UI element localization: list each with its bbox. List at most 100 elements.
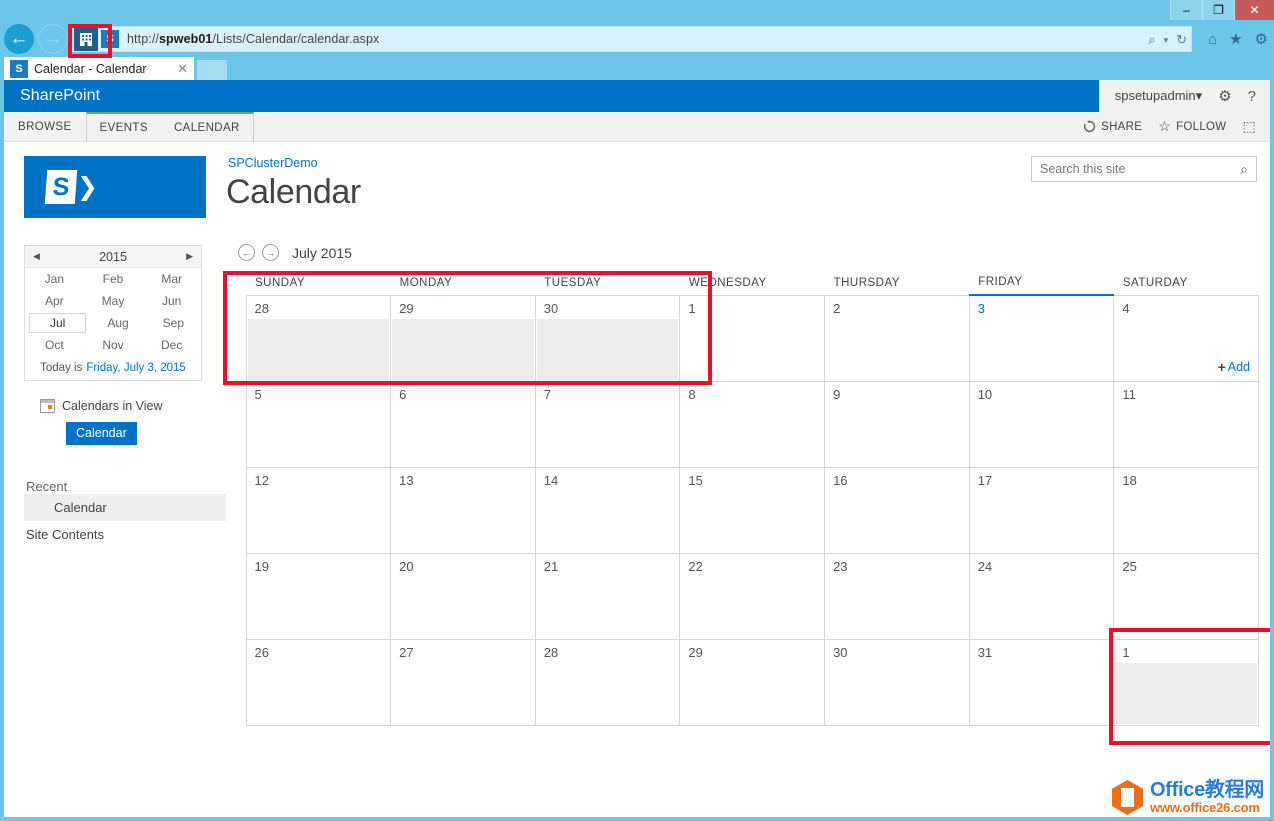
month-feb[interactable]: Feb (84, 268, 143, 290)
calendar-day-cell[interactable]: 12 (245, 466, 392, 554)
help-icon[interactable]: ? (1248, 88, 1256, 105)
calendar-day-cell[interactable]: 16 (824, 466, 970, 554)
calendar-day-cell[interactable]: 31 (968, 638, 1115, 726)
calendar-day-cell[interactable]: 27 (390, 638, 536, 726)
calendar-day-cell[interactable]: 3 (968, 294, 1115, 382)
add-event-link[interactable]: + Add (1218, 359, 1250, 375)
back-button[interactable]: ← (4, 24, 34, 54)
calendar-day-cell[interactable]: 29 (679, 638, 826, 726)
calendar-day-cell[interactable]: 28 (245, 294, 392, 382)
calendar-day-cell[interactable]: 26 (245, 638, 392, 726)
calendar-day-cell[interactable]: 11 (1113, 380, 1259, 468)
calendar-day-cell[interactable]: 30 (824, 638, 970, 726)
maximize-button[interactable]: ❐ (1202, 0, 1234, 20)
calendar-day-cell[interactable]: 25 (1113, 552, 1259, 640)
calendar-day-cell[interactable]: 10 (968, 380, 1115, 468)
month-may[interactable]: May (84, 290, 143, 312)
mini-month-picker: ◀ 2015 ▶ Jan Feb Mar Apr May Jun Jul Aug… (24, 245, 202, 381)
refresh-icon[interactable]: ↻ (1176, 32, 1187, 48)
calendar-day-cell[interactable]: 19 (245, 552, 392, 640)
calendar-day-cell[interactable]: 1 (679, 294, 826, 382)
calendar-day-cell[interactable]: 2 (824, 294, 970, 382)
user-menu[interactable]: spsetupadmin▾ (1115, 88, 1202, 104)
url-text: http://spweb01/Lists/Calendar/calendar.a… (127, 32, 379, 46)
day-header-row: SUNDAY MONDAY TUESDAY WEDNESDAY THURSDAY… (226, 273, 1259, 295)
month-jan[interactable]: Jan (25, 268, 84, 290)
calendar-day-cell[interactable]: 6 (390, 380, 536, 468)
sharepoint-brand[interactable]: SharePoint (4, 87, 100, 105)
focus-on-content-button[interactable]: ⬚ (1242, 118, 1256, 135)
address-bar[interactable]: S http://spweb01/Lists/Calendar/calendar… (72, 26, 1193, 52)
today-date-link[interactable]: Friday, July 3, 2015 (86, 362, 186, 374)
month-mar[interactable]: Mar (142, 268, 201, 290)
other-month-shading (247, 318, 390, 380)
browser-window: – ❐ ✕ ← → S http://spweb01/Lists/Calenda… (0, 0, 1274, 821)
mini-cal-header: ◀ 2015 ▶ (25, 246, 201, 268)
sidebar-item-calendar[interactable]: Calendar (24, 494, 226, 521)
month-nov[interactable]: Nov (84, 334, 143, 356)
browser-tab-calendar[interactable]: S Calendar - Calendar ✕ (4, 57, 194, 80)
calendar-day-cell[interactable]: 1 (1113, 638, 1259, 726)
calendar-chip[interactable]: Calendar (66, 422, 137, 445)
day-number: 2 (833, 300, 841, 316)
tab-calendar[interactable]: CALENDAR (161, 114, 253, 141)
tab-browse[interactable]: BROWSE (4, 112, 86, 141)
calendar-day-cell[interactable]: 24 (968, 552, 1115, 640)
calendar-day-cell[interactable]: 9 (824, 380, 970, 468)
day-number: 30 (543, 300, 559, 316)
calendar-day-cell[interactable]: 13 (390, 466, 536, 554)
enterprise-mode-icon[interactable] (74, 27, 98, 51)
favorites-icon[interactable]: ★ (1229, 30, 1242, 48)
prev-year-arrow-icon[interactable]: ◀ (33, 251, 40, 262)
tab-events[interactable]: EVENTS (87, 114, 161, 141)
search-icon[interactable]: ⌕ (1148, 32, 1155, 48)
month-apr[interactable]: Apr (25, 290, 84, 312)
calendar-day-cell[interactable]: 8 (679, 380, 826, 468)
calendar-day-cell[interactable]: 29 (390, 294, 536, 382)
calendar-day-cell[interactable]: 5 (245, 380, 392, 468)
browser-settings-icon[interactable]: ⚙ (1255, 30, 1268, 48)
calendar-day-cell[interactable]: 14 (534, 466, 681, 554)
search-input[interactable] (1040, 162, 1241, 176)
calendar-day-cell[interactable]: 22 (679, 552, 826, 640)
calendar-day-cell[interactable]: 17 (968, 466, 1115, 554)
calendar-day-cell[interactable]: 30 (534, 294, 681, 382)
month-jun[interactable]: Jun (142, 290, 201, 312)
gear-icon[interactable]: ⚙ (1218, 87, 1231, 105)
month-jul[interactable]: Jul (29, 313, 87, 333)
month-dec[interactable]: Dec (142, 334, 201, 356)
previous-month-button[interactable]: ← (238, 244, 255, 261)
chevron-down-icon[interactable]: ▾ (1164, 35, 1169, 46)
search-box[interactable]: ⌕ (1031, 156, 1257, 182)
month-oct[interactable]: Oct (25, 334, 84, 356)
month-sep[interactable]: Sep (146, 312, 201, 334)
calendar-day-cell[interactable]: 15 (679, 466, 826, 554)
follow-button[interactable]: ☆ FOLLOW (1158, 118, 1226, 135)
tab-close-icon[interactable]: ✕ (177, 61, 188, 77)
calendar-day-cell[interactable]: 7 (534, 380, 681, 468)
star-icon: ☆ (1158, 118, 1172, 134)
calendar-day-cell[interactable]: 20 (390, 552, 536, 640)
home-icon[interactable]: ⌂ (1208, 31, 1217, 48)
calendar-day-cell[interactable]: 23 (824, 552, 970, 640)
ribbon-contextual-group: EVENTS CALENDAR (85, 112, 254, 141)
share-button[interactable]: SHARE (1083, 120, 1142, 133)
day-number: 16 (833, 472, 848, 488)
ribbon-actions: SHARE ☆ FOLLOW ⬚ (1083, 112, 1270, 141)
forward-button[interactable]: → (38, 24, 68, 54)
sidebar: S ❯ ◀ 2015 ▶ Jan Feb Mar Apr May Jun Jul… (4, 142, 226, 817)
calendar-week-row: 12 13 14 15 16 17 18 (226, 466, 1259, 554)
search-icon[interactable]: ⌕ (1240, 161, 1248, 178)
calendar-day-cell[interactable]: 18 (1113, 466, 1259, 554)
close-button[interactable]: ✕ (1234, 0, 1274, 20)
month-aug[interactable]: Aug (90, 312, 145, 334)
calendar-day-cell[interactable]: 4 + Add (1113, 294, 1259, 382)
next-month-button[interactable]: → (262, 244, 279, 261)
site-logo[interactable]: S ❯ (24, 156, 206, 218)
sidebar-item-site-contents[interactable]: Site Contents (24, 521, 226, 548)
new-tab-button[interactable] (197, 60, 227, 80)
calendar-day-cell[interactable]: 21 (534, 552, 681, 640)
next-year-arrow-icon[interactable]: ▶ (186, 251, 193, 262)
minimize-button[interactable]: – (1170, 0, 1202, 20)
calendar-day-cell[interactable]: 28 (534, 638, 681, 726)
